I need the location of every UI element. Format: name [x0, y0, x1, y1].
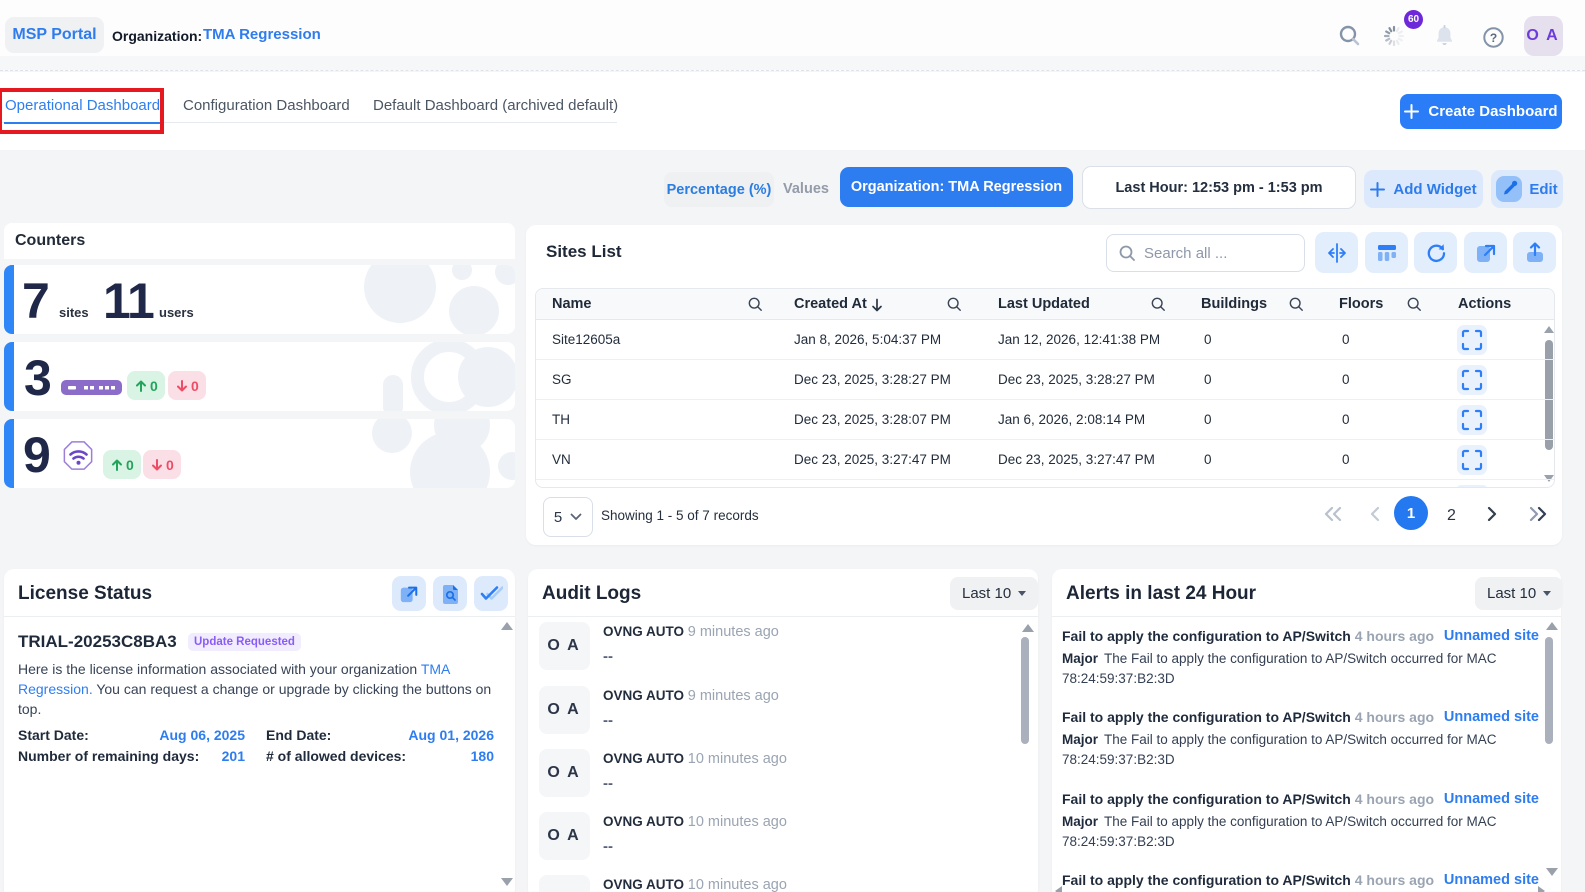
svg-text:?: ? — [1490, 31, 1497, 45]
